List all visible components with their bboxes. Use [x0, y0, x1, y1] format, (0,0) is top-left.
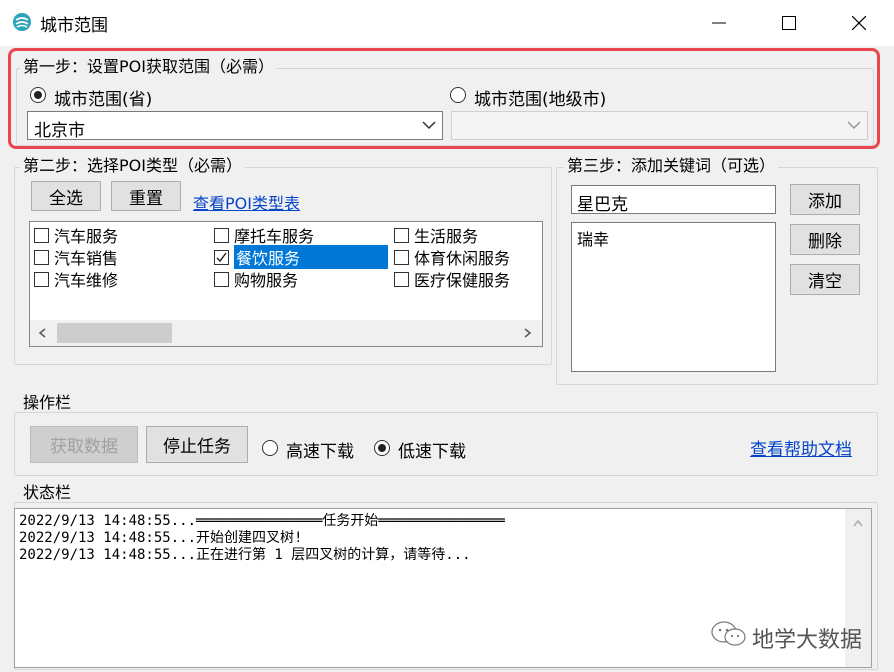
close-icon [852, 16, 866, 30]
fetch-data-button[interactable]: 获取数据 [30, 426, 138, 463]
keyword-input-value: 星巴克 [577, 195, 628, 215]
checkbox[interactable] [34, 271, 49, 287]
poi-column-1: 汽车服务 汽车销售 汽车维修 [34, 224, 214, 290]
scroll-left-icon[interactable] [38, 328, 46, 338]
checkbox[interactable] [214, 271, 229, 287]
status-legend: 状态栏 [20, 484, 75, 502]
watermark-text: 地学大数据 [752, 628, 863, 653]
horizontal-scrollbar[interactable] [30, 320, 542, 346]
poi-item-label: 生活服务 [414, 227, 479, 246]
poi-item-label: 餐饮服务 [234, 245, 388, 269]
keyword-list-item[interactable]: 瑞幸 [577, 226, 609, 250]
reset-button[interactable]: 重置 [111, 181, 181, 211]
radio-fast-download[interactable] [262, 440, 278, 456]
keyword-list[interactable]: 瑞幸 [571, 222, 776, 372]
help-docs-link[interactable]: 查看帮助文档 [750, 435, 852, 460]
poi-column-3: 生活服务 体育休闲服务 医疗保健服务 [394, 224, 540, 290]
checkbox[interactable] [394, 227, 409, 243]
delete-keyword-button[interactable]: 删除 [790, 224, 860, 255]
poi-item-label: 购物服务 [234, 271, 299, 290]
keyword-input[interactable]: 星巴克 [571, 185, 776, 215]
checkbox[interactable] [394, 271, 409, 287]
poi-item[interactable]: 汽车销售 [34, 246, 214, 268]
log-line: 2022/9/13 14:48:55...开始创建四叉树! [19, 530, 303, 546]
poi-item[interactable]: 生活服务 [394, 224, 540, 246]
radio-slow-download[interactable] [374, 440, 390, 456]
radio-fast-label: 高速下载 [286, 442, 354, 462]
poi-item-label: 汽车服务 [54, 227, 119, 246]
poi-item-label: 体育休闲服务 [414, 249, 511, 268]
close-button[interactable] [824, 0, 894, 46]
minimize-button[interactable] [684, 0, 754, 46]
radio-slow-label: 低速下载 [398, 442, 466, 462]
poi-column-2: 摩托车服务 餐饮服务 购物服务 [214, 224, 394, 290]
stop-task-button[interactable]: 停止任务 [146, 426, 248, 463]
poi-item-label: 汽车维修 [54, 271, 119, 290]
poi-item[interactable]: 汽车服务 [34, 224, 214, 246]
clear-keywords-button[interactable]: 清空 [790, 264, 860, 295]
poi-item[interactable]: 医疗保健服务 [394, 268, 540, 290]
poi-item[interactable]: 汽车维修 [34, 268, 214, 290]
wechat-icon [711, 621, 746, 646]
window-title: 城市范围 [40, 16, 108, 36]
poi-item-selected[interactable]: 餐饮服务 [214, 245, 394, 269]
ops-legend: 操作栏 [20, 394, 75, 412]
step3-legend: 第三步：添加关键词（可选） [564, 157, 779, 175]
checkbox-checked[interactable] [214, 249, 229, 265]
poi-item[interactable]: 摩托车服务 [214, 224, 394, 246]
step1-highlight-box [8, 48, 880, 149]
poi-item-label: 摩托车服务 [234, 227, 315, 246]
maximize-button[interactable] [754, 0, 824, 46]
poi-item[interactable]: 体育休闲服务 [394, 246, 540, 268]
checkbox[interactable] [214, 227, 229, 243]
minimize-icon [712, 22, 726, 24]
checkbox[interactable] [34, 249, 49, 265]
log-line: 2022/9/13 14:48:55...═══════════════任务开始… [19, 513, 505, 529]
app-logo-icon [13, 13, 31, 31]
checkmark-icon [216, 252, 227, 262]
add-keyword-button[interactable]: 添加 [790, 184, 860, 215]
log-line: 2022/9/13 14:48:55...正在进行第 1 层四叉树的计算，请等待… [19, 547, 471, 563]
scroll-right-icon[interactable] [524, 328, 532, 338]
poi-type-list: 汽车服务 汽车销售 汽车维修 摩托车服务 餐饮服务 购物服务 生活服务 体育休闲… [29, 221, 543, 347]
scrollbar-thumb[interactable] [57, 323, 172, 343]
step2-legend: 第二步：选择POI类型（必需） [20, 157, 245, 175]
checkbox[interactable] [34, 227, 49, 243]
radio-dot [378, 444, 386, 452]
poi-item-label: 医疗保健服务 [414, 271, 511, 290]
scroll-up-icon[interactable] [853, 519, 863, 527]
select-all-button[interactable]: 全选 [31, 181, 101, 211]
poi-item-label: 汽车销售 [54, 249, 119, 268]
maximize-icon [782, 16, 796, 30]
checkbox[interactable] [394, 249, 409, 265]
view-poi-types-link[interactable]: 查看POI类型表 [193, 190, 300, 214]
poi-item[interactable]: 购物服务 [214, 268, 394, 290]
